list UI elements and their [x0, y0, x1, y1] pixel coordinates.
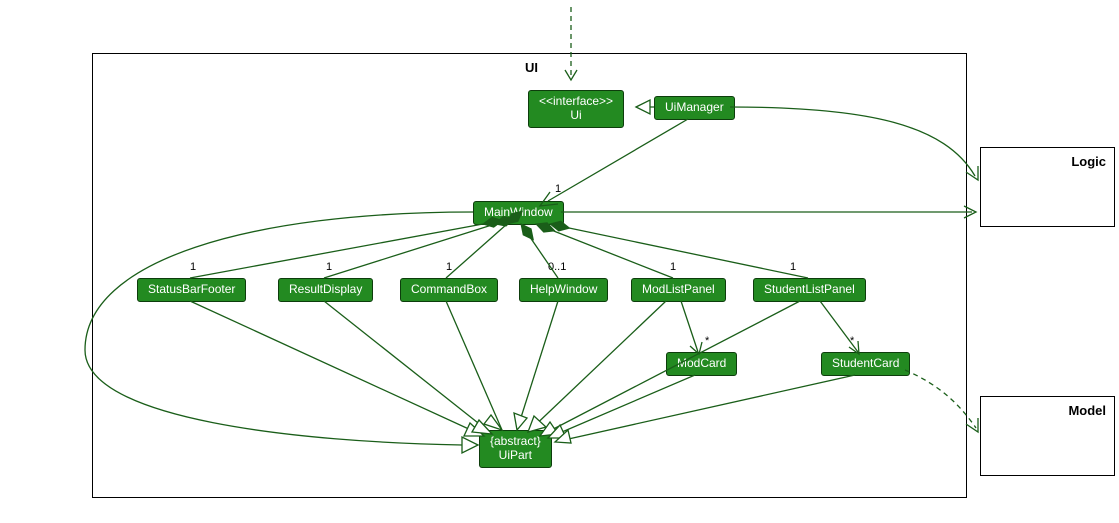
- class-mainwindow: MainWindow: [473, 201, 564, 225]
- class-uipart: {abstract} UiPart: [479, 430, 552, 468]
- mult-helpwindow: 0..1: [548, 261, 566, 273]
- class-commandbox: CommandBox: [400, 278, 498, 302]
- mult-studentlistpanel: 1: [790, 261, 796, 273]
- package-logic: Logic: [980, 147, 1115, 227]
- class-modlistpanel: ModListPanel: [631, 278, 726, 302]
- class-modcard: ModCard: [666, 352, 737, 376]
- mult-studentcard: *: [850, 335, 854, 347]
- package-logic-title: Logic: [1071, 154, 1106, 169]
- mult-modcard: *: [705, 335, 709, 347]
- mult-mainwindow: 1: [555, 183, 561, 195]
- package-ui-title: UI: [525, 60, 538, 75]
- class-studentlistpanel: StudentListPanel: [753, 278, 866, 302]
- class-uimanager: UiManager: [654, 96, 735, 120]
- mult-statusbar: 1: [190, 261, 196, 273]
- package-model: Model: [980, 396, 1115, 476]
- class-statusbarfooter: StatusBarFooter: [137, 278, 246, 302]
- class-ui-interface: <<interface>> Ui: [528, 90, 624, 128]
- mult-resultdisplay: 1: [326, 261, 332, 273]
- mult-modlistpanel: 1: [670, 261, 676, 273]
- class-helpwindow: HelpWindow: [519, 278, 608, 302]
- class-resultdisplay: ResultDisplay: [278, 278, 373, 302]
- class-studentcard: StudentCard: [821, 352, 910, 376]
- mult-commandbox: 1: [446, 261, 452, 273]
- package-model-title: Model: [1068, 403, 1106, 418]
